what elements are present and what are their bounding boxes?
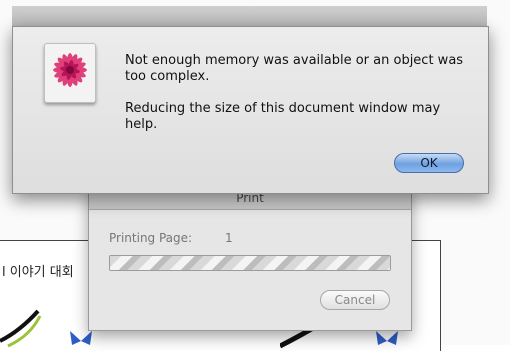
- leaf-illustration-icon: [0, 309, 42, 348]
- cancel-button[interactable]: Cancel: [320, 290, 390, 310]
- alert-message-text: Not enough memory was available or an ob…: [125, 53, 464, 84]
- flower-app-icon: [44, 43, 96, 103]
- print-status: Printing Page: 1: [109, 231, 233, 245]
- butterfly-icon: [376, 331, 398, 345]
- alert-informative-text: Reducing the size of this document windo…: [125, 101, 441, 132]
- document-heading: l 이야기 대회: [2, 265, 74, 280]
- alert-message: Not enough memory was available or an ob…: [125, 53, 475, 149]
- print-progress-window: Print Printing Page: 1 Cancel: [88, 186, 412, 331]
- butterfly-icon: [70, 331, 92, 345]
- memory-alert-dialog: Not enough memory was available or an ob…: [12, 26, 489, 194]
- print-progress-bar: [109, 255, 391, 271]
- printing-page-number: 1: [225, 231, 233, 245]
- ok-button[interactable]: OK: [394, 153, 464, 173]
- printing-page-label: Printing Page:: [109, 231, 193, 245]
- window-titlebar-shadow: [12, 6, 487, 26]
